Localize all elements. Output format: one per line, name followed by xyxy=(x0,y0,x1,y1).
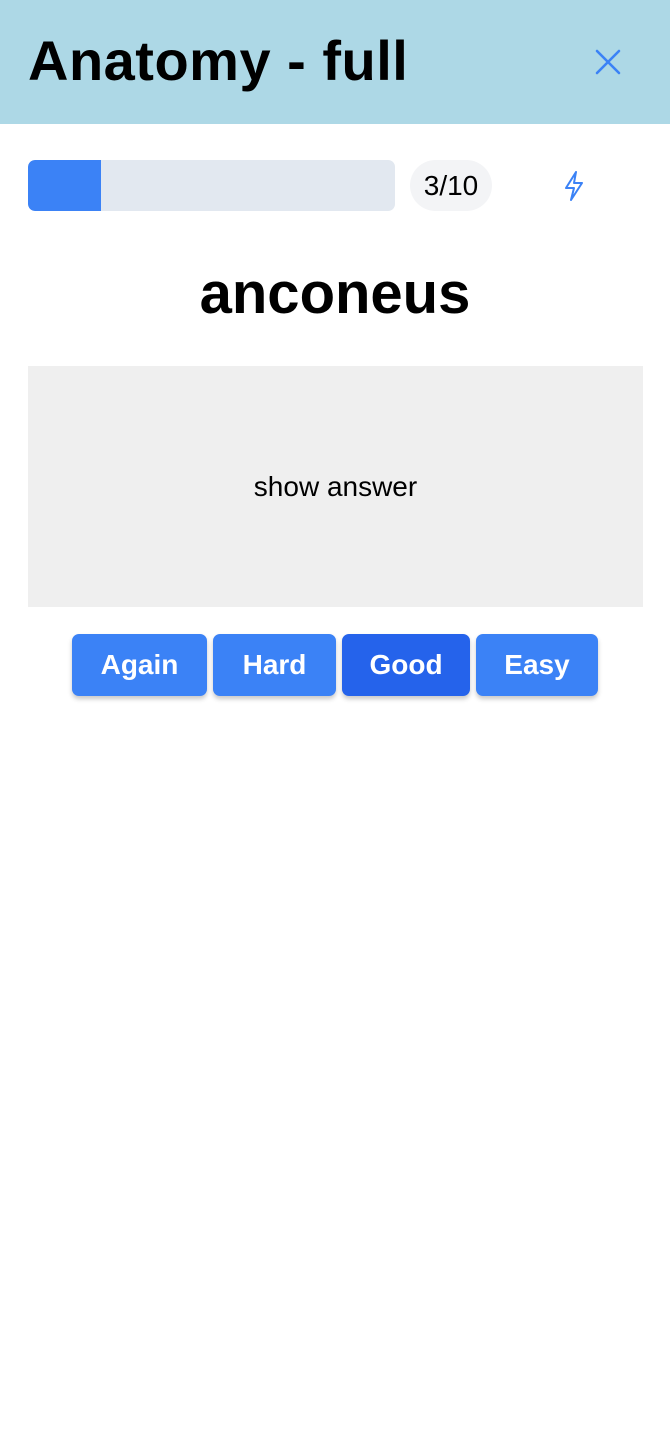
easy-button[interactable]: Easy xyxy=(476,634,598,696)
good-button[interactable]: Good xyxy=(342,634,470,696)
card-front-word: anconeus xyxy=(199,261,471,326)
progress-bar-fill xyxy=(28,160,102,211)
close-icon xyxy=(595,49,621,75)
progress-counter-label: 3/10 xyxy=(423,169,479,201)
show-answer-label: show answer xyxy=(253,470,418,502)
progress-bar xyxy=(28,160,395,211)
show-answer-button[interactable]: show answer xyxy=(28,366,643,607)
again-button[interactable]: Again xyxy=(72,634,207,696)
lightning-bolt-icon xyxy=(565,171,583,201)
app-header: Anatomy - full xyxy=(0,0,670,124)
close-button[interactable] xyxy=(588,42,628,82)
hard-button[interactable]: Hard xyxy=(213,634,336,696)
quick-mode-button[interactable] xyxy=(554,166,594,206)
progress-counter: 3/10 xyxy=(410,160,492,211)
deck-title: Anatomy - full xyxy=(28,29,409,92)
